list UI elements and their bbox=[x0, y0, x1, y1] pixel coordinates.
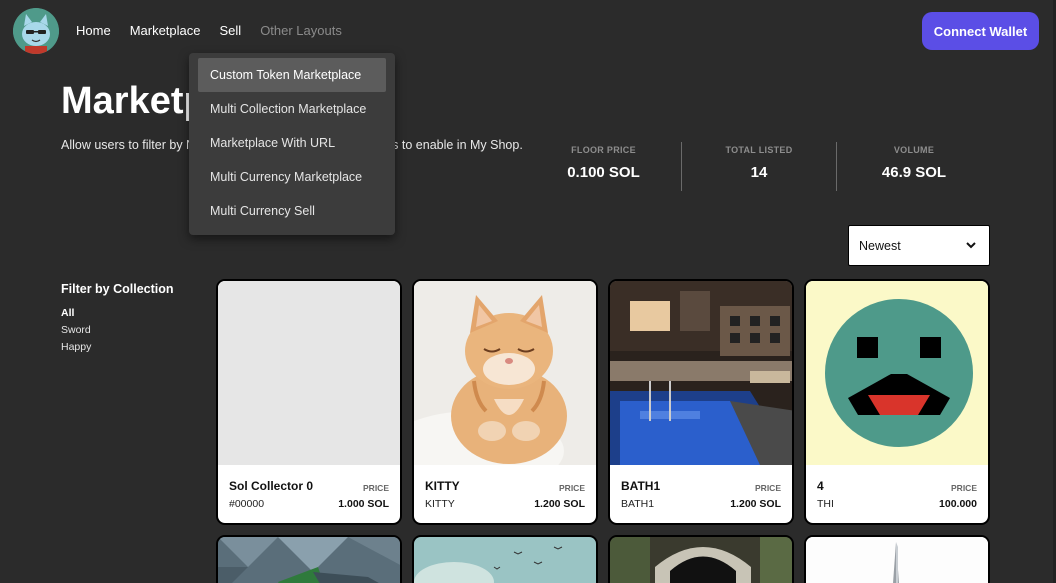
nft-image-bath bbox=[610, 281, 792, 465]
menu-item-multi-currency-marketplace[interactable]: Multi Currency Marketplace bbox=[198, 160, 386, 194]
nft-name: KITTY bbox=[425, 479, 460, 493]
bath-image bbox=[610, 281, 792, 465]
filter-title: Filter by Collection bbox=[61, 282, 174, 296]
nav-home[interactable]: Home bbox=[76, 23, 111, 38]
nft-card[interactable] bbox=[608, 535, 794, 583]
nft-price: 1.200 SOL bbox=[534, 498, 585, 510]
nft-image-face bbox=[806, 281, 988, 465]
nft-id: THI bbox=[817, 498, 834, 510]
stat-label: TOTAL LISTED bbox=[725, 145, 793, 155]
avatar[interactable] bbox=[13, 8, 59, 54]
kitten-image bbox=[414, 281, 596, 465]
nft-card[interactable] bbox=[412, 535, 598, 583]
other-layouts-dropdown: Custom Token Marketplace Multi Collectio… bbox=[189, 53, 395, 235]
stat-label: FLOOR PRICE bbox=[571, 145, 636, 155]
stat-value: 0.100 SOL bbox=[567, 164, 640, 181]
nft-card-info: Sol Collector 0 #00000 PRICE 1.000 SOL bbox=[218, 465, 400, 523]
menu-item-multi-currency-sell[interactable]: Multi Currency Sell bbox=[198, 194, 386, 228]
stat-value: 14 bbox=[750, 164, 768, 181]
nft-price: 100.000 bbox=[939, 498, 977, 510]
nft-card[interactable]: KITTY KITTY PRICE 1.200 SOL bbox=[412, 279, 598, 525]
connect-wallet-button[interactable]: Connect Wallet bbox=[922, 12, 1039, 50]
main-nav: Home Marketplace Sell Other Layouts bbox=[76, 23, 342, 38]
nft-card[interactable] bbox=[216, 535, 402, 583]
nft-id: #00000 bbox=[229, 498, 265, 510]
nft-price: 1.000 SOL bbox=[338, 498, 389, 510]
smiley-face-image bbox=[806, 281, 988, 465]
menu-item-multi-collection-marketplace[interactable]: Multi Collection Marketplace bbox=[198, 92, 386, 126]
nft-id: KITTY bbox=[425, 498, 455, 510]
price-label: PRICE bbox=[755, 483, 781, 493]
nft-id: BATH1 bbox=[621, 498, 655, 510]
chevron-down-icon bbox=[966, 242, 976, 249]
nft-price: 1.200 SOL bbox=[730, 498, 781, 510]
nft-card[interactable]: Sol Collector 0 #00000 PRICE 1.000 SOL bbox=[216, 279, 402, 525]
sort-select[interactable]: Newest bbox=[848, 225, 990, 266]
stat-floor-price: FLOOR PRICE 0.100 SOL bbox=[526, 142, 681, 191]
nft-card[interactable]: 4 THI PRICE 100.000 bbox=[804, 279, 990, 525]
nft-card[interactable]: BATH1 BATH1 PRICE 1.200 SOL bbox=[608, 279, 794, 525]
stat-volume: VOLUME 46.9 SOL bbox=[836, 142, 991, 191]
nft-name: Sol Collector 0 bbox=[229, 479, 314, 493]
nft-card-info: 4 THI PRICE 100.000 bbox=[806, 465, 988, 523]
price-label: PRICE bbox=[951, 483, 977, 493]
nav-sell[interactable]: Sell bbox=[220, 23, 242, 38]
nft-image-tunnel bbox=[610, 537, 792, 583]
nft-name: BATH1 bbox=[621, 479, 661, 493]
filter-item-all[interactable]: All bbox=[61, 305, 91, 322]
nft-card[interactable] bbox=[804, 535, 990, 583]
nft-image-sky bbox=[414, 537, 596, 583]
cat-avatar-icon bbox=[13, 8, 59, 54]
nav-other-layouts[interactable]: Other Layouts bbox=[260, 23, 342, 38]
nft-image-sword bbox=[806, 537, 988, 583]
nft-image-lowpoly bbox=[218, 537, 400, 583]
filter-list: All Sword Happy bbox=[61, 305, 91, 356]
filter-item-happy[interactable]: Happy bbox=[61, 339, 91, 356]
nft-card-info: BATH1 BATH1 PRICE 1.200 SOL bbox=[610, 465, 792, 523]
filter-item-sword[interactable]: Sword bbox=[61, 322, 91, 339]
nft-image-placeholder bbox=[218, 281, 400, 465]
stat-total-listed: TOTAL LISTED 14 bbox=[681, 142, 836, 191]
menu-item-marketplace-with-url[interactable]: Marketplace With URL bbox=[198, 126, 386, 160]
price-label: PRICE bbox=[363, 483, 389, 493]
nft-image-kitten bbox=[414, 281, 596, 465]
nft-name: 4 bbox=[817, 479, 824, 493]
sort-selected-value: Newest bbox=[859, 238, 901, 253]
nft-card-info: KITTY KITTY PRICE 1.200 SOL bbox=[414, 465, 596, 523]
stats-bar: FLOOR PRICE 0.100 SOL TOTAL LISTED 14 VO… bbox=[526, 142, 991, 191]
stat-label: VOLUME bbox=[893, 145, 935, 155]
nav-marketplace[interactable]: Marketplace bbox=[130, 23, 201, 38]
stat-value: 46.9 SOL bbox=[881, 164, 947, 181]
menu-item-custom-token-marketplace[interactable]: Custom Token Marketplace bbox=[198, 58, 386, 92]
price-label: PRICE bbox=[559, 483, 585, 493]
